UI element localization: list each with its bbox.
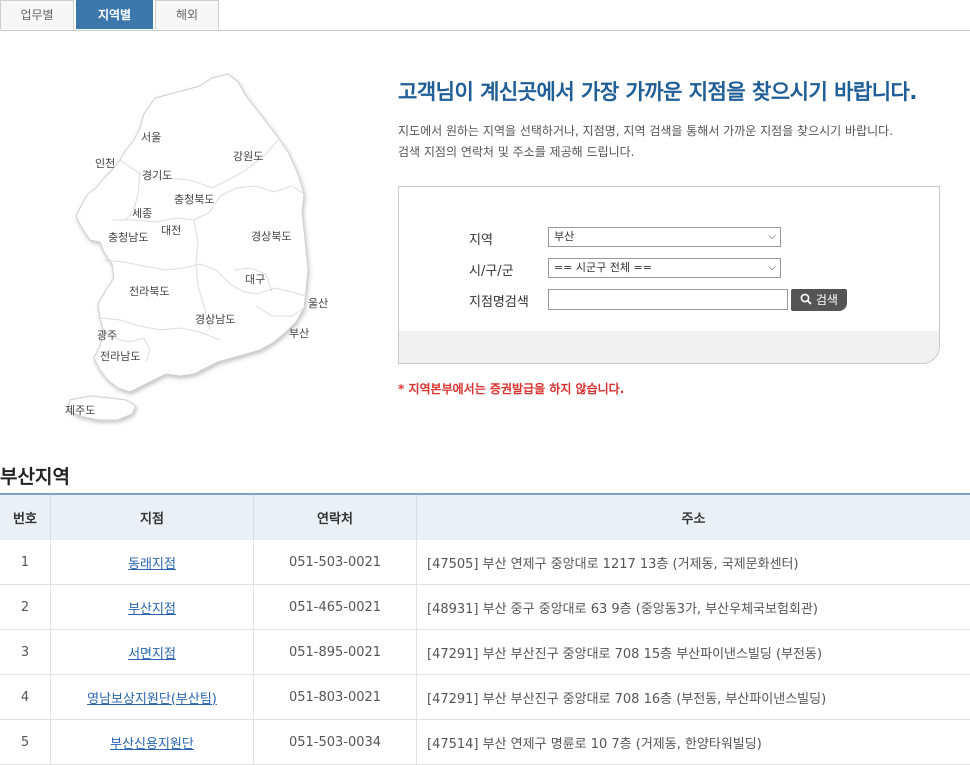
branch-link[interactable]: 동래지점: [128, 557, 176, 572]
column-header-branch: 지점: [51, 494, 254, 540]
tab-by-business[interactable]: 업무별: [0, 0, 74, 29]
tab-overseas[interactable]: 해외: [155, 0, 219, 29]
row-address: [47291] 부산 부산진구 중앙대로 708 16층 (부전동, 부산파이낸…: [417, 675, 970, 720]
region-select-value: 부산: [554, 230, 574, 243]
region-daejeon[interactable]: 대전: [161, 222, 181, 238]
region-incheon[interactable]: 인천: [95, 155, 115, 171]
city-label: 시/구/군: [469, 260, 514, 279]
search-icon: [800, 293, 812, 305]
row-phone: 051-503-0034: [254, 720, 417, 765]
row-phone: 051-465-0021: [254, 585, 417, 630]
column-header-address: 주소: [417, 494, 970, 540]
korea-map: 서울 인천 경기도 강원도 충청북도 세종 충청남도 대전 경상북도 대구 전라…: [60, 70, 350, 430]
region-jeonnam[interactable]: 전라남도: [100, 348, 140, 364]
branch-link[interactable]: 서면지점: [128, 647, 176, 662]
row-number: 5: [0, 720, 51, 765]
row-number: 4: [0, 675, 51, 720]
notice-text: * 지역본부에서는 증권발급을 하지 않습니다.: [398, 380, 624, 397]
region-sejong[interactable]: 세종: [132, 205, 152, 221]
chevron-down-icon: ⌵: [768, 259, 776, 277]
row-number: 3: [0, 630, 51, 675]
row-phone: 051-803-0021: [254, 675, 417, 720]
tab-by-region[interactable]: 지역별: [76, 0, 153, 29]
search-panel-footer: [399, 331, 939, 363]
row-address: [47505] 부산 연제구 중앙대로 1217 13층 (거제동, 국제문화센…: [417, 540, 970, 585]
row-phone: 051-895-0021: [254, 630, 417, 675]
table-row: 3 서면지점 051-895-0021 [47291] 부산 부산진구 중앙대로…: [0, 630, 970, 675]
branch-link[interactable]: 부산지점: [128, 602, 176, 617]
tab-bar: 업무별 지역별 해외: [0, 0, 970, 31]
section-title: 부산지역: [0, 462, 70, 489]
column-header-number: 번호: [0, 494, 51, 540]
column-header-contact: 연락처: [254, 494, 417, 540]
branch-search-panel: 지역 부산 ⌵ 시/구/군 == 시군구 전체 == ⌵ 지점명검색 검색: [398, 186, 940, 364]
region-gyeonggi[interactable]: 경기도: [142, 167, 172, 183]
branch-link[interactable]: 영남보상지원단(부산팀): [87, 692, 217, 707]
region-seoul[interactable]: 서울: [141, 129, 161, 145]
branch-name-input[interactable]: [548, 289, 788, 310]
region-jeonbuk[interactable]: 전라북도: [129, 283, 169, 299]
korea-map-shape: [60, 70, 350, 430]
table-row: 2 부산지점 051-465-0021 [48931] 부산 중구 중앙대로 6…: [0, 585, 970, 630]
row-phone: 051-503-0021: [254, 540, 417, 585]
row-number: 2: [0, 585, 51, 630]
region-chungnam[interactable]: 충청남도: [108, 229, 148, 245]
row-number: 1: [0, 540, 51, 585]
page-headline: 고객님이 계신곳에서 가장 가까운 지점을 찾으시기 바랍니다.: [398, 76, 917, 106]
table-row: 4 영남보상지원단(부산팀) 051-803-0021 [47291] 부산 부…: [0, 675, 970, 720]
region-busan[interactable]: 부산: [289, 325, 309, 341]
table-row: 1 동래지점 051-503-0021 [47505] 부산 연제구 중앙대로 …: [0, 540, 970, 585]
table-row: 5 부산신용지원단 051-503-0034 [47514] 부산 연제구 명륜…: [0, 720, 970, 765]
region-jeju[interactable]: 제주도: [65, 402, 95, 418]
table-header-row: 번호 지점 연락처 주소: [0, 494, 970, 540]
branch-link[interactable]: 부산신용지원단: [110, 737, 194, 752]
description-line-2: 검색 지점의 연락처 및 주소를 제공해 드립니다.: [398, 143, 634, 160]
region-label: 지역: [469, 229, 493, 248]
search-button-label: 검색: [816, 293, 838, 307]
region-gyeongbuk[interactable]: 경상북도: [251, 228, 291, 244]
city-select-value: == 시군구 전체 ==: [554, 261, 652, 274]
region-gwangju[interactable]: 광주: [97, 327, 117, 343]
row-address: [48931] 부산 중구 중앙대로 63 9층 (중앙동3가, 부산우체국보험…: [417, 585, 970, 630]
region-gyeongnam[interactable]: 경상남도: [195, 311, 235, 327]
region-chungbuk[interactable]: 충청북도: [174, 191, 214, 207]
chevron-down-icon: ⌵: [768, 228, 776, 246]
description-line-1: 지도에서 원하는 지역을 선택하거나, 지점명, 지역 검색을 통해서 가까운 …: [398, 122, 893, 139]
region-select[interactable]: 부산 ⌵: [548, 227, 781, 247]
row-address: [47514] 부산 연제구 명륜로 10 7층 (거제동, 한양타워빌딩): [417, 720, 970, 765]
region-daegu[interactable]: 대구: [245, 271, 265, 287]
row-address: [47291] 부산 부산진구 중앙대로 708 15층 부산파이낸스빌딩 (부…: [417, 630, 970, 675]
branch-table: 번호 지점 연락처 주소 1 동래지점 051-503-0021 [47505]…: [0, 493, 970, 765]
search-button[interactable]: 검색: [791, 289, 847, 311]
city-select[interactable]: == 시군구 전체 == ⌵: [548, 258, 781, 278]
region-gangwon[interactable]: 강원도: [233, 148, 263, 164]
branch-name-label: 지점명검색: [469, 291, 529, 310]
region-ulsan[interactable]: 울산: [308, 295, 328, 311]
